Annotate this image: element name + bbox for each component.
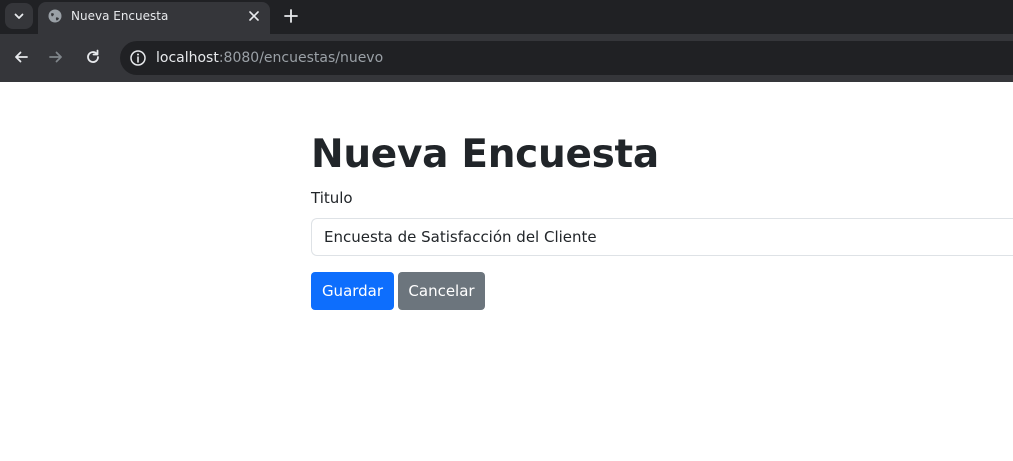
url-path: :8080/encuestas/nuevo (218, 50, 384, 66)
titulo-input[interactable] (311, 218, 1013, 256)
browser-toolbar: localhost:8080/encuestas/nuevo (0, 34, 1013, 82)
page-title: Nueva Encuesta (311, 132, 659, 177)
browser-tab-strip: Nueva Encuesta (0, 0, 1013, 34)
url-text: localhost:8080/encuestas/nuevo (156, 50, 383, 66)
plus-icon[interactable] (283, 8, 299, 24)
arrow-right-icon[interactable] (47, 48, 65, 66)
tab-search-button[interactable] (5, 3, 33, 29)
titulo-label: Titulo (311, 189, 353, 207)
info-icon[interactable] (129, 49, 147, 67)
arrow-left-icon[interactable] (12, 48, 30, 66)
save-button[interactable]: Guardar (311, 272, 394, 310)
url-host: localhost (156, 50, 219, 66)
close-icon[interactable] (248, 10, 260, 22)
chevron-down-icon (14, 13, 24, 19)
browser-tab-active[interactable]: Nueva Encuesta (38, 2, 270, 34)
globe-icon (48, 9, 62, 23)
page-content: Nueva Encuesta Titulo Guardar Cancelar (0, 82, 1013, 461)
tab-title: Nueva Encuesta (71, 9, 169, 23)
address-bar[interactable]: localhost:8080/encuestas/nuevo (120, 41, 1013, 75)
cancel-button[interactable]: Cancelar (398, 272, 485, 310)
reload-icon[interactable] (84, 48, 102, 66)
